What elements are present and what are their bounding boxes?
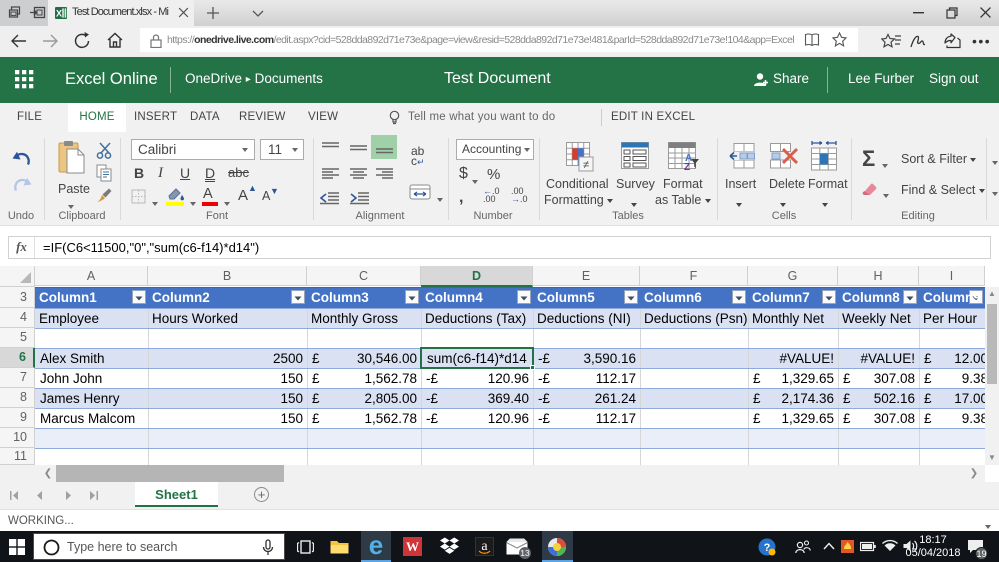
svg-text:Z: Z (684, 162, 690, 172)
svg-text:X: X (56, 9, 62, 19)
svg-text:≠: ≠ (583, 159, 589, 171)
